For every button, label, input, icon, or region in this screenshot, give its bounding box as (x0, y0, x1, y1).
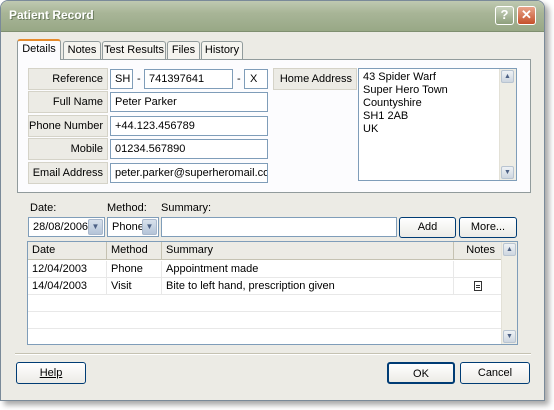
cell-method: Phone (107, 261, 162, 278)
cell-notes (454, 261, 502, 278)
address-line: UK (363, 123, 379, 135)
tab-notes[interactable]: Notes (63, 41, 101, 59)
email-address-field[interactable]: peter.parker@superheromail.com (110, 163, 268, 183)
add-button[interactable]: Add (399, 217, 456, 238)
mobile-number-field[interactable]: 01234.567890 (110, 139, 268, 159)
tab-test-results[interactable]: Test Results (102, 41, 166, 59)
help-button-label: Help (39, 367, 63, 379)
reference-number-field[interactable]: 741397641 (144, 69, 233, 89)
cell-date: 12/04/2003 (28, 261, 107, 278)
scroll-down-arrow[interactable]: ▼ (503, 330, 516, 343)
home-address-label: Home Address (273, 68, 357, 90)
empty-row (28, 312, 502, 329)
address-line: SH1 2AB (363, 110, 409, 122)
reference-dash-1: - (137, 73, 141, 85)
address-line: Countyshire (363, 97, 422, 109)
reference-suffix-field[interactable]: X (244, 69, 268, 89)
cell-summary: Bite to left hand, prescription given (162, 278, 454, 295)
method-combo[interactable]: Phone ▼ (107, 217, 159, 237)
close-title-button[interactable]: ✕ (517, 6, 536, 25)
history-table: Date Method Summary Notes 12/04/2003 Pho… (27, 241, 518, 345)
empty-row (28, 295, 502, 312)
divider (15, 353, 531, 355)
tab-files[interactable]: Files (167, 41, 200, 59)
date-combo[interactable]: 28/08/2006 ▼ (28, 217, 105, 237)
home-address-field[interactable]: 43 Spider Warf Super Hero Town Countyshi… (358, 68, 517, 181)
reference-label: Reference (28, 68, 108, 90)
scroll-up-arrow[interactable]: ▲ (501, 70, 514, 83)
summary-label: Summary: (161, 202, 212, 214)
address-scrollbar[interactable]: ▲ ▼ (499, 69, 516, 180)
cell-summary: Appointment made (162, 261, 454, 278)
phone-number-label: Phone Number (28, 115, 108, 137)
column-header-notes[interactable]: Notes (454, 242, 502, 260)
phone-number-field[interactable]: +44.123.456789 (110, 116, 268, 136)
patient-record-window: Patient Record ? ✕ Details Notes Test Re… (0, 0, 545, 401)
cancel-button[interactable]: Cancel (460, 362, 530, 384)
close-icon: ✕ (521, 7, 532, 22)
ok-button[interactable]: OK (387, 362, 455, 384)
email-address-label: Email Address (28, 162, 108, 184)
more-button[interactable]: More... (459, 217, 517, 238)
chevron-down-icon[interactable]: ▼ (142, 219, 157, 235)
scroll-up-arrow[interactable]: ▲ (503, 243, 516, 256)
scroll-down-arrow[interactable]: ▼ (501, 166, 514, 179)
window-title: Patient Record (9, 8, 94, 22)
title-bar[interactable]: Patient Record ? ✕ (1, 1, 544, 32)
mobile-number-label: Mobile Number (28, 138, 108, 175)
help-button[interactable]: Help (16, 362, 86, 384)
reference-prefix-field[interactable]: SH (110, 69, 133, 89)
full-name-field[interactable]: Peter Parker (110, 92, 268, 112)
tab-history[interactable]: History (201, 41, 243, 59)
chevron-down-icon[interactable]: ▼ (88, 219, 103, 235)
question-icon: ? (500, 7, 509, 22)
note-icon[interactable] (473, 281, 482, 291)
address-line: Super Hero Town (363, 84, 448, 96)
history-scrollbar[interactable]: ▲ ▼ (501, 242, 517, 344)
full-name-label: Full Name (28, 91, 108, 113)
cell-method: Visit (107, 278, 162, 295)
help-title-button[interactable]: ? (495, 6, 514, 25)
method-value: Phone (112, 221, 144, 233)
column-header-date[interactable]: Date (28, 242, 107, 260)
summary-input[interactable] (161, 217, 397, 237)
method-label: Method: (107, 202, 147, 214)
address-line: 43 Spider Warf (363, 71, 436, 83)
column-header-method[interactable]: Method (107, 242, 162, 260)
tab-details[interactable]: Details (17, 39, 61, 60)
date-label: Date: (30, 202, 57, 214)
cell-date: 14/04/2003 (28, 278, 107, 295)
column-header-summary[interactable]: Summary (162, 242, 454, 260)
reference-dash-2: - (237, 73, 241, 85)
date-value: 28/08/2006 (33, 221, 89, 233)
cell-notes (454, 278, 502, 295)
